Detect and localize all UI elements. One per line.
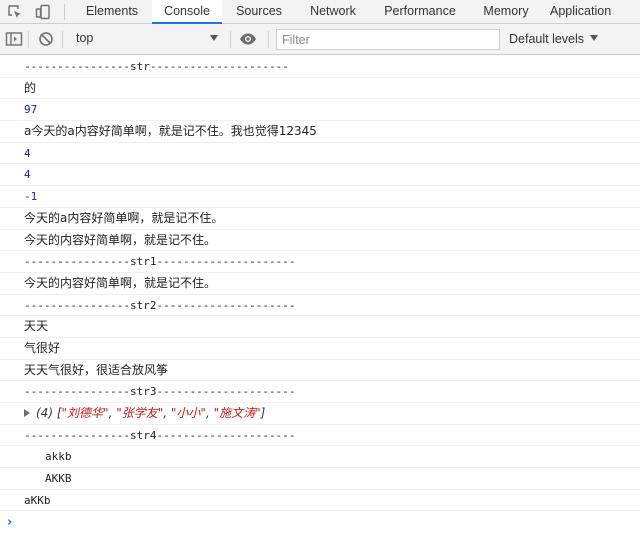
console-message: a今天的a内容好简单啊，就是记不住。我也觉得12345 — [0, 121, 640, 143]
expand-triangle-icon[interactable] — [24, 409, 30, 417]
console-message: aKKb — [0, 490, 640, 512]
console-message-number: 4 — [0, 143, 640, 165]
console-message: 今天的a内容好简单啊，就是记不住。 — [0, 208, 640, 230]
console-message: 今天的内容好简单啊，就是记不住。 — [0, 273, 640, 295]
array-count: (4) — [36, 406, 53, 420]
clear-console-icon[interactable] — [35, 28, 57, 50]
context-value: top — [76, 31, 94, 45]
chevron-down-icon — [210, 35, 218, 41]
tab-console[interactable]: Console — [152, 0, 222, 24]
console-message: 今天的内容好简单啊，就是记不住。 — [0, 230, 640, 252]
tab-memory[interactable]: Memory — [474, 0, 538, 24]
tab-performance[interactable]: Performance — [374, 0, 466, 24]
tab-separator — [64, 4, 65, 20]
console-message: AKKB — [0, 468, 640, 490]
tab-sources[interactable]: Sources — [226, 0, 292, 24]
console-message: 天天 — [0, 316, 640, 338]
console-message: 的 — [0, 78, 640, 100]
console-messages: ----------------str---------------------… — [0, 56, 640, 533]
array-preview-row[interactable]: (4) ["刘德华", "张学友", "小小", "施文涛"] — [0, 403, 640, 425]
array-close-bracket: ] — [260, 406, 266, 420]
context-selector[interactable]: top — [76, 31, 224, 49]
console-prompt-chevron-icon: › — [7, 515, 13, 531]
show-sidebar-icon[interactable] — [3, 28, 25, 50]
tab-network[interactable]: Network — [298, 0, 368, 24]
inspect-element-icon[interactable] — [3, 0, 27, 24]
array-preview: (4) ["刘德华", "张学友", "小小", "施文涛"] — [36, 406, 265, 420]
array-item: "施文涛" — [213, 406, 261, 420]
array-separator: , — [163, 406, 171, 420]
console-toolbar: top Default levels — [0, 24, 640, 55]
toolbar-separator — [268, 31, 269, 48]
console-message: ----------------str1--------------------… — [0, 251, 640, 273]
toolbar-separator — [230, 31, 231, 48]
chevron-down-icon — [590, 35, 599, 41]
console-message-number: -1 — [0, 186, 640, 208]
console-message: ----------------str2--------------------… — [0, 295, 640, 317]
console-message: ----------------str4--------------------… — [0, 425, 640, 447]
log-levels-label: Default levels — [509, 32, 585, 46]
console-message: 气很好 — [0, 338, 640, 360]
device-toolbar-icon[interactable] — [31, 0, 55, 24]
array-separator: , — [205, 406, 214, 420]
array-item: "张学友" — [116, 406, 164, 420]
array-item: "小小" — [170, 406, 206, 420]
console-message-number: 4 — [0, 164, 640, 187]
console-message: ----------------str--------------------- — [0, 56, 640, 78]
console-message: ----------------str3--------------------… — [0, 381, 640, 403]
toolbar-separator — [28, 31, 29, 48]
console-message: 天天气很好，很适合放风筝 — [0, 360, 640, 382]
live-expression-eye-icon[interactable] — [237, 28, 259, 50]
array-item: "刘德华" — [61, 406, 109, 420]
log-levels-dropdown[interactable]: Default levels — [509, 32, 599, 46]
filter-input[interactable] — [276, 29, 500, 50]
tab-application[interactable]: Application — [550, 0, 640, 24]
devtools-tab-bar: Elements Console Sources Network Perform… — [0, 0, 640, 24]
console-message: akkb — [0, 446, 640, 469]
console-message-number: 97 — [0, 99, 640, 122]
console-prompt[interactable]: › — [0, 511, 640, 533]
toolbar-separator — [62, 31, 63, 48]
tab-elements[interactable]: Elements — [72, 0, 152, 24]
